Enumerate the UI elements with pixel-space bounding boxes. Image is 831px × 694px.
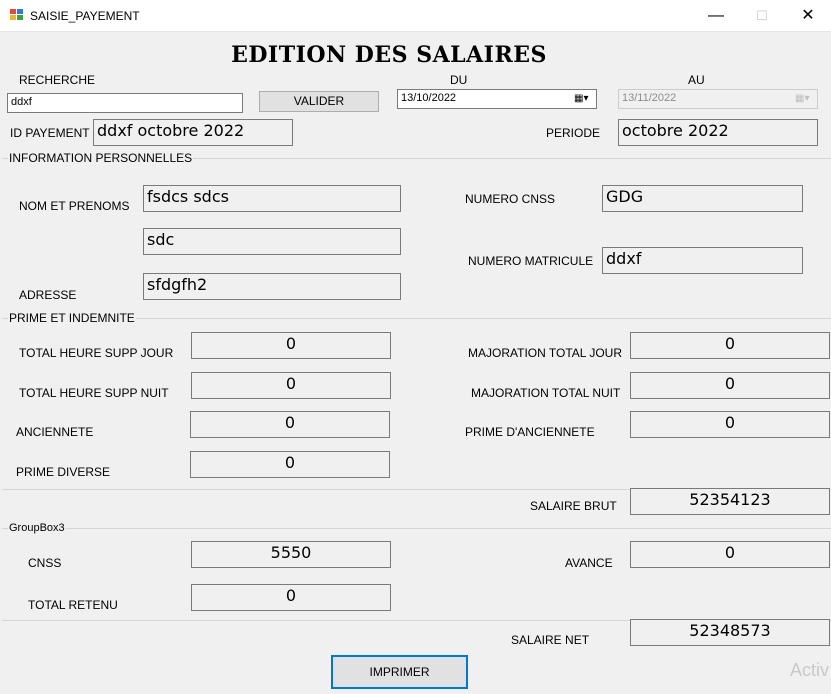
search-label: RECHERCHE [19,73,96,87]
cnss-field: 5550 [191,541,391,568]
search-input[interactable]: ddxf [7,93,243,113]
app-icon [10,9,23,21]
group-retenues-label: GroupBox3 [8,522,66,534]
page-title: EDITION DES SALAIRES [231,42,547,68]
maj-jour-label: MAJORATION TOTAL JOUR [468,346,623,360]
activation-watermark: Activ [790,660,830,680]
hs-jour-field: 0 [191,332,391,359]
salaire-net-label: SALAIRE NET [511,633,590,647]
salaire-brut-label: SALAIRE BRUT [530,499,617,513]
nom-field: fsdcs sdcs [143,185,401,212]
prime-anc-field: 0 [630,411,830,438]
close-button[interactable]: ✕ [785,0,831,31]
avance-label: AVANCE [565,556,613,570]
total-retenu-field: 0 [191,584,391,611]
maj-jour-field: 0 [630,332,830,359]
anciennete-label: ANCIENNETE [16,425,94,439]
calendar-icon[interactable]: ▦▾ [795,93,813,105]
matricule-field: ddxf [602,247,803,274]
date-to-picker[interactable]: 13/11/2022 ▦▾ [618,89,818,109]
hs-nuit-field: 0 [191,372,391,399]
adresse-label: ADRESSE [19,288,77,302]
anciennete-field: 0 [190,411,390,438]
matricule-label: NUMERO MATRICULE [468,254,594,268]
salaire-brut-field: 52354123 [630,488,830,515]
periode-label: PERIODE [546,126,601,140]
maximize-button[interactable]: ☐ [739,0,785,31]
group-primes-label: PRIME ET INDEMNITE [8,311,136,325]
group-retenues-border [2,528,831,529]
hs-nuit-label: TOTAL HEURE SUPP NUIT [19,386,169,400]
prime-diverse-label: PRIME DIVERSE [16,465,111,479]
maj-nuit-field: 0 [630,372,830,399]
window-titlebar: SAISIE_PAYEMENT — ☐ ✕ [0,0,831,32]
print-button[interactable]: IMPRIMER [331,655,468,689]
validate-button[interactable]: VALIDER [259,91,379,112]
group-personal-label: INFORMATION PERSONNELLES [8,151,194,165]
prime-anc-label: PRIME D'ANCIENNETE [465,425,595,439]
calendar-icon[interactable]: ▦▾ [574,93,592,105]
id-payement-label: ID PAYEMENT [10,126,90,140]
minimize-button[interactable]: — [693,0,739,31]
window-title: SAISIE_PAYEMENT [30,9,140,23]
total-retenu-label: TOTAL RETENU [28,598,118,612]
cnss-number-label: NUMERO CNSS [465,192,556,206]
maj-nuit-label: MAJORATION TOTAL NUIT [471,386,621,400]
id-payement-field: ddxf octobre 2022 [93,119,293,146]
periode-field: octobre 2022 [618,119,818,146]
prenoms-field: sdc [143,228,401,255]
date-from-label: DU [450,73,468,87]
adresse-field: sfdgfh2 [143,273,401,300]
name-label: NOM ET PRENOMS [19,199,130,213]
date-to-label: AU [688,73,705,87]
date-from-value: 13/10/2022 [401,92,457,104]
prime-diverse-field: 0 [190,451,390,478]
avance-field: 0 [630,541,830,568]
hs-jour-label: TOTAL HEURE SUPP JOUR [19,346,174,360]
date-from-picker[interactable]: 13/10/2022 ▦▾ [397,89,597,109]
cnss-number-field: GDG [602,185,803,212]
salaire-net-field: 52348573 [630,619,830,646]
date-to-value: 13/11/2022 [622,92,677,104]
cnss-label: CNSS [28,556,62,570]
